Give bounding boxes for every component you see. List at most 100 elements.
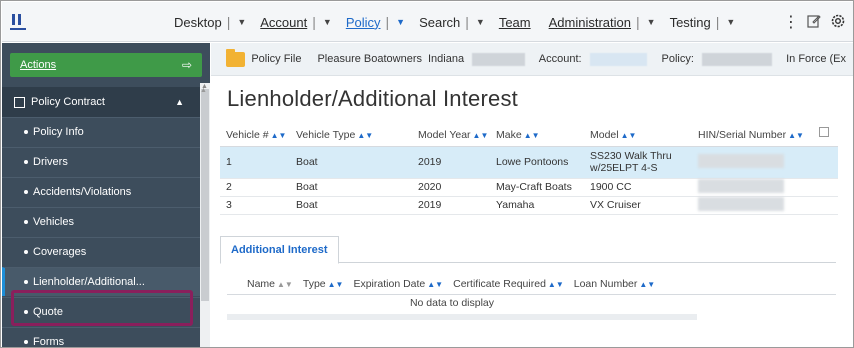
chevron-down-icon[interactable]: ▼: [237, 17, 246, 27]
tab-strip: Additional Interest: [220, 233, 836, 264]
chevron-down-icon[interactable]: ▼: [323, 17, 332, 27]
cell-vehicle-type: Boat: [290, 178, 412, 197]
state-label: Indiana: [428, 53, 465, 65]
menu-dots-icon[interactable]: ⋮: [783, 12, 799, 32]
col-certificate-required[interactable]: Certificate Required ▲▼: [453, 278, 564, 290]
scrollbar-thumb[interactable]: [201, 89, 209, 301]
col-hin[interactable]: HIN/Serial Number ▲▼: [692, 124, 838, 147]
sidebar-item-label: Policy Info: [33, 126, 84, 138]
column-label: Name: [247, 277, 276, 290]
policy-file-label[interactable]: Policy File: [251, 53, 301, 65]
column-label: Certificate Required: [453, 277, 546, 290]
nav-team[interactable]: Team: [499, 2, 531, 42]
account-label: Account:: [538, 53, 582, 65]
column-label: Model: [590, 128, 619, 141]
chevron-up-icon[interactable]: ▲: [175, 97, 184, 107]
sidebar-item-policy-info[interactable]: Policy Info: [2, 117, 200, 146]
nav-desktop[interactable]: Desktop: [174, 2, 222, 42]
sidebar-item-label: Drivers: [33, 156, 68, 168]
col-type[interactable]: Type ▲▼: [303, 278, 344, 290]
table-header-row: Vehicle # ▲▼ Vehicle Type ▲▼ Model Year ▲▼ …: [220, 124, 838, 147]
column-label: Model Year: [418, 128, 471, 141]
sidebar-item-vehicles[interactable]: Vehicles: [2, 207, 200, 236]
nav-administration[interactable]: Administration: [549, 2, 631, 42]
cell-make: Lowe Pontoons: [490, 146, 584, 179]
col-model-year[interactable]: Model Year ▲▼: [412, 124, 490, 147]
cell-hin: [692, 178, 838, 197]
settings-icon[interactable]: [830, 13, 846, 32]
product-label: Pleasure Boatowners: [317, 53, 422, 65]
col-loan-number[interactable]: Loan Number ▲▼: [574, 278, 655, 290]
sort-icon[interactable]: ▲▼: [639, 280, 655, 289]
sort-icon[interactable]: ▲▼: [788, 131, 804, 140]
column-label: Type: [302, 277, 326, 290]
tab-additional-interest[interactable]: Additional Interest: [220, 236, 339, 264]
table-row[interactable]: 3 Boat 2019 Yamaha VX Cruiser: [220, 196, 838, 215]
main-nav: Desktop | ▼ Account | ▼ Policy | ▼ Searc…: [174, 2, 735, 42]
app-logo-icon[interactable]: [10, 12, 28, 32]
top-navbar: Desktop | ▼ Account | ▼ Policy | ▼ Searc…: [2, 2, 853, 42]
bullet-icon: [24, 340, 28, 344]
policy-info-bar: Policy File Pleasure Boatowners Indiana …: [211, 43, 853, 76]
col-model[interactable]: Model ▲▼: [584, 124, 692, 147]
nav-separator: |: [715, 14, 720, 30]
bullet-icon: [24, 220, 28, 224]
document-icon: [14, 96, 25, 108]
sort-icon[interactable]: ▲▼: [621, 131, 637, 140]
column-label: Make: [496, 128, 522, 141]
sidebar-item-forms[interactable]: Forms: [2, 327, 200, 347]
chevron-down-icon[interactable]: ▼: [396, 17, 405, 27]
nav-separator: |: [636, 14, 640, 30]
column-label: Expiration Date: [353, 277, 426, 290]
actions-button[interactable]: Actions ⇨: [10, 53, 202, 77]
redacted-policy: [701, 52, 773, 66]
col-vehicle-type[interactable]: Vehicle Type ▲▼: [290, 124, 412, 147]
sort-icon[interactable]: ▲▼: [473, 131, 489, 140]
cell-vehicle-num: 3: [220, 196, 290, 215]
horizontal-scrollbar[interactable]: [227, 314, 697, 320]
sort-icon[interactable]: ▲▼: [357, 131, 373, 140]
sort-icon[interactable]: ▲▼: [277, 280, 293, 289]
col-name[interactable]: Name ▲▼: [247, 278, 293, 290]
sidebar-item-accidents[interactable]: Accidents/Violations: [2, 177, 200, 206]
nav-separator: |: [226, 14, 231, 30]
col-make[interactable]: Make ▲▼: [490, 124, 584, 147]
sidebar-item-drivers[interactable]: Drivers: [2, 147, 200, 176]
policy-label: Policy:: [661, 53, 694, 65]
sort-icon[interactable]: ▲▼: [548, 280, 564, 289]
col-expiration-date[interactable]: Expiration Date ▲▼: [353, 278, 443, 290]
sidebar-item-label: Coverages: [33, 246, 87, 258]
cell-vehicle-num: 2: [220, 178, 290, 197]
sidebar-scrollbar[interactable]: ▲: [200, 83, 210, 347]
column-label: Vehicle Type: [296, 128, 356, 141]
sidebar-item-coverages[interactable]: Coverages: [2, 237, 200, 266]
sort-icon[interactable]: ▲▼: [328, 280, 344, 289]
sort-icon[interactable]: ▲▼: [271, 131, 287, 140]
nav-policy[interactable]: Policy: [346, 2, 381, 42]
column-chooser-icon[interactable]: [819, 127, 829, 137]
bullet-icon: [24, 190, 28, 194]
vehicles-table: Vehicle # ▲▼ Vehicle Type ▲▼ Model Year ▲▼ …: [220, 124, 838, 215]
sort-icon[interactable]: ▲▼: [427, 280, 443, 289]
table-row[interactable]: 1 Boat 2019 Lowe Pontoons SS230 Walk Thr…: [220, 146, 838, 179]
redacted-value: [472, 52, 525, 66]
chevron-down-icon[interactable]: ▼: [476, 17, 485, 27]
edit-icon[interactable]: [807, 14, 821, 31]
cell-vehicle-type: Boat: [290, 146, 412, 179]
sort-icon[interactable]: ▲▼: [524, 131, 540, 140]
scroll-up-icon[interactable]: ▲: [200, 87, 207, 94]
policy-contract-group[interactable]: Policy Contract ▲: [2, 87, 200, 117]
nav-separator: |: [312, 14, 316, 30]
cell-vehicle-num: 1: [220, 146, 290, 179]
tab-label: Additional Interest: [231, 244, 328, 256]
nav-account[interactable]: Account: [260, 2, 307, 42]
table-row[interactable]: 2 Boat 2020 May-Craft Boats 1900 CC: [220, 178, 838, 197]
column-label: Loan Number: [573, 277, 638, 290]
cell-model: VX Cruiser: [584, 196, 692, 215]
chevron-down-icon[interactable]: ▼: [726, 17, 735, 27]
chevron-down-icon[interactable]: ▼: [647, 17, 656, 27]
nav-testing[interactable]: Testing: [670, 2, 711, 42]
col-vehicle-num[interactable]: Vehicle # ▲▼: [220, 124, 290, 147]
sidebar-item-label: Lienholder/Additional...: [33, 276, 145, 288]
nav-search[interactable]: Search: [419, 2, 460, 42]
